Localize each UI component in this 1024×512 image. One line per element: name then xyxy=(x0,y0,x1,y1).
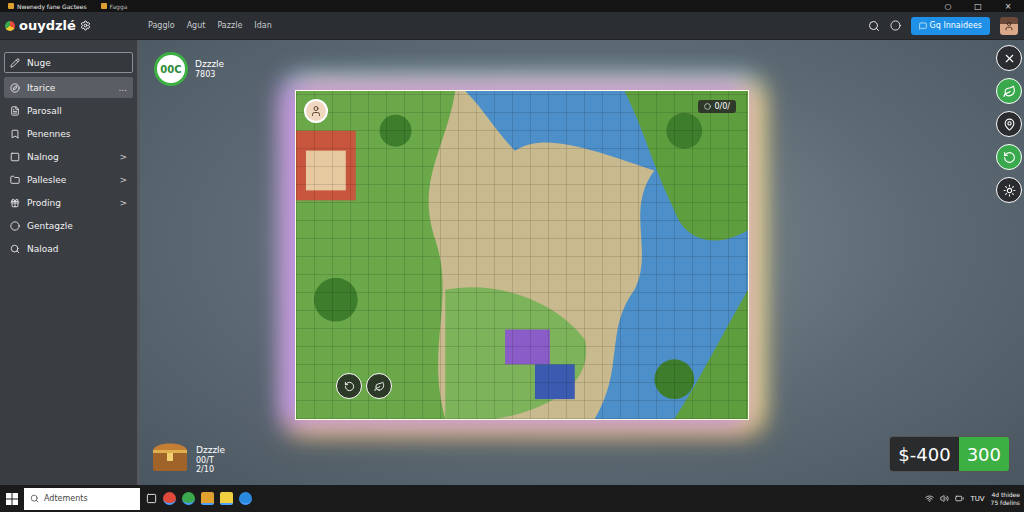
logo-icon xyxy=(5,21,15,31)
sidebar-item[interactable]: Naload xyxy=(4,238,133,259)
score-box: $-400300 xyxy=(889,436,1010,472)
action-button[interactable]: Gq lnnaidees xyxy=(911,17,990,35)
close-icon xyxy=(1003,52,1016,65)
sidebar-item[interactable]: Gentagzle xyxy=(4,215,133,236)
circle-icon xyxy=(10,221,20,231)
leaf-icon xyxy=(1003,85,1016,98)
score-points: 300 xyxy=(959,437,1009,471)
pin-icon xyxy=(1003,118,1016,131)
favicon-icon xyxy=(101,3,107,9)
square-icon xyxy=(10,152,20,162)
puzzle-image xyxy=(296,91,748,419)
tool-button[interactable] xyxy=(996,111,1022,137)
window-control[interactable]: □ xyxy=(966,2,990,11)
nav-item[interactable]: Idan xyxy=(254,21,271,30)
player-icon xyxy=(310,105,322,117)
circle-icon[interactable] xyxy=(890,20,901,31)
nav-item[interactable]: Pagglo xyxy=(148,21,175,30)
taskbar: Adtements TUV 4d thidee75 fdelins xyxy=(0,485,1024,512)
browser-tab[interactable]: Fagga xyxy=(97,1,132,11)
piece-counter: 0/0/ xyxy=(698,100,736,113)
sidebar-item[interactable]: Parosall xyxy=(4,100,133,121)
tool-button[interactable] xyxy=(996,78,1022,104)
tray-label[interactable]: TUV xyxy=(970,495,984,503)
piece-icon xyxy=(704,103,711,110)
chest-icon xyxy=(150,435,190,475)
wifi-icon[interactable] xyxy=(925,494,934,503)
windows-icon[interactable] xyxy=(6,493,18,505)
tool-button[interactable] xyxy=(996,144,1022,170)
tool-column xyxy=(996,45,1022,203)
folder-icon xyxy=(10,175,20,185)
avatar[interactable] xyxy=(1000,17,1018,35)
sun-icon xyxy=(1003,184,1016,197)
chrome-app-icon[interactable] xyxy=(182,492,195,505)
tool-button[interactable] xyxy=(996,177,1022,203)
window-control[interactable]: ○ xyxy=(936,2,960,11)
folder-app-icon[interactable] xyxy=(201,492,214,505)
rotate-icon xyxy=(1003,151,1016,164)
pencil-icon xyxy=(10,58,20,68)
window-control[interactable]: × xyxy=(996,2,1020,11)
search-icon[interactable] xyxy=(868,20,880,32)
header: ouydzléPagglo Agut Pazzle Idan Gq lnnaidees xyxy=(0,12,1024,40)
task-view-icon[interactable] xyxy=(146,493,157,504)
battery-icon[interactable] xyxy=(955,494,964,503)
rotate-icon xyxy=(344,381,355,392)
sidebar-item[interactable]: Proding> xyxy=(4,192,133,213)
notes-app-icon[interactable] xyxy=(220,492,233,505)
tool-button[interactable] xyxy=(996,45,1022,71)
sidebar-item[interactable]: Palleslee> xyxy=(4,169,133,190)
gift-icon xyxy=(10,198,20,208)
nav: Pagglo Agut Pazzle Idan xyxy=(148,21,272,30)
player-badge[interactable] xyxy=(304,99,328,123)
browser-bar: Nwenedy fane Gactees Fagga ○ □ × xyxy=(0,0,1024,12)
favicon-icon xyxy=(8,3,14,9)
nav-item[interactable]: Pazzle xyxy=(217,21,242,30)
user-icon xyxy=(1004,21,1014,31)
message-icon xyxy=(919,22,927,30)
score-cost: $-400 xyxy=(890,437,958,471)
rotate-button[interactable] xyxy=(336,373,362,399)
gear-icon[interactable] xyxy=(80,20,91,31)
logo[interactable]: ouydzlé xyxy=(0,18,148,33)
browser-tab[interactable]: Nwenedy fane Gactees xyxy=(4,1,91,11)
clock[interactable]: 4d thidee75 fdelins xyxy=(991,491,1020,505)
taskbar-search[interactable]: Adtements xyxy=(24,488,140,510)
volume-icon[interactable] xyxy=(940,494,949,503)
sidebar: Nuge Itarice...ParosallPenennesNalnog>Pal… xyxy=(0,40,140,485)
leaf-icon xyxy=(374,381,385,392)
browser-app-icon[interactable] xyxy=(163,492,176,505)
game-canvas: 00CDzzzle7803 0/0/Dzzzle00/T2/10 $-400300 xyxy=(140,40,1024,485)
hint-button[interactable] xyxy=(366,373,392,399)
edge-app-icon[interactable] xyxy=(239,492,252,505)
timer: 00CDzzzle7803 xyxy=(154,52,224,86)
system-tray: TUV 4d thidee75 fdelins xyxy=(925,491,1020,505)
nav-item[interactable]: Agut xyxy=(187,21,206,30)
header-actions: Gq lnnaidees xyxy=(868,17,1024,35)
app-window: Nwenedy fane GacteesFagga○□×ouydzléPaggl… xyxy=(0,0,1024,512)
piece-grid xyxy=(296,91,748,419)
sidebar-item[interactable]: Nalnog> xyxy=(4,146,133,167)
inventory[interactable]: Dzzzle00/T2/10 xyxy=(150,435,225,475)
document-icon xyxy=(10,106,20,116)
bookmark-icon xyxy=(10,129,20,139)
puzzle-board[interactable]: 0/0/ xyxy=(295,90,749,420)
sidebar-item[interactable]: Itarice... xyxy=(4,77,133,98)
sidebar-item[interactable]: Penennes xyxy=(4,123,133,144)
sidebar-field[interactable]: Nuge xyxy=(4,52,133,73)
search-icon xyxy=(10,244,20,254)
timer-circle: 00C xyxy=(154,52,188,86)
search-icon xyxy=(30,494,39,503)
compass-icon xyxy=(10,83,20,93)
